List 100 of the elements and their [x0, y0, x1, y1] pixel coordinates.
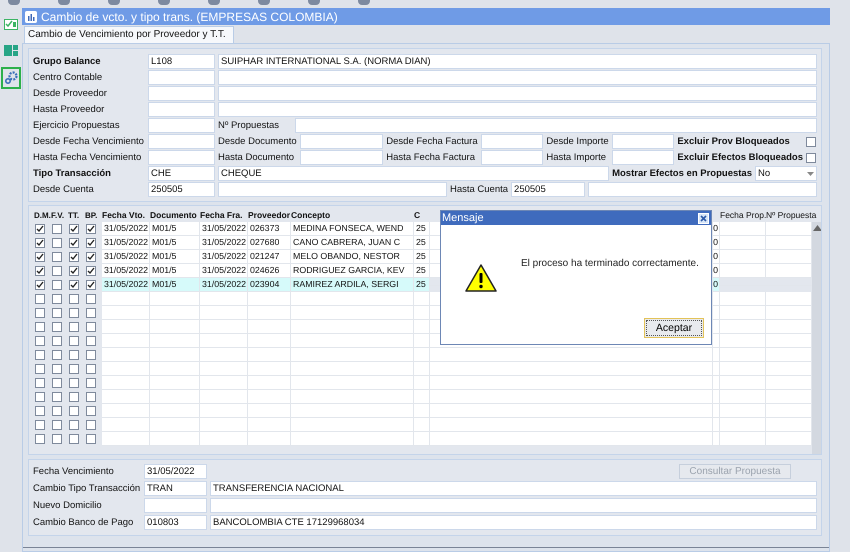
table-cell[interactable]: [414, 306, 430, 320]
checkbox[interactable]: [52, 294, 62, 304]
table-cell[interactable]: [248, 390, 291, 404]
table-cell[interactable]: [414, 362, 430, 376]
table-cell[interactable]: [248, 376, 291, 390]
table-cell[interactable]: [102, 348, 150, 362]
checkbox[interactable]: [86, 322, 96, 332]
table-cell[interactable]: [200, 362, 248, 376]
input-field[interactable]: [480, 134, 544, 149]
column-header[interactable]: TT.: [68, 210, 85, 220]
checkbox[interactable]: [69, 378, 79, 388]
table-cell[interactable]: [200, 418, 248, 432]
table-cell[interactable]: [720, 320, 766, 334]
toolbar-icon[interactable]: [308, 0, 320, 5]
table-cell[interactable]: [766, 432, 812, 446]
table-cell[interactable]: 25: [414, 236, 430, 250]
table-cell[interactable]: 31/05/2022: [200, 278, 248, 292]
table-cell[interactable]: [102, 376, 150, 390]
input-field[interactable]: [480, 150, 544, 165]
checkbox[interactable]: [86, 364, 96, 374]
input-field[interactable]: [144, 498, 207, 513]
table-cell[interactable]: [713, 362, 720, 376]
table-cell[interactable]: [150, 390, 200, 404]
table-cell[interactable]: [248, 418, 291, 432]
table-cell[interactable]: [720, 348, 766, 362]
checkbox[interactable]: [69, 350, 79, 360]
input-field[interactable]: [218, 182, 447, 197]
input-field[interactable]: [148, 118, 215, 133]
table-cell[interactable]: [200, 334, 248, 348]
checkbox[interactable]: [86, 434, 96, 444]
input-field[interactable]: [148, 102, 215, 117]
checkbox[interactable]: [86, 252, 96, 262]
checkbox[interactable]: [35, 392, 45, 402]
checkbox[interactable]: [69, 266, 79, 276]
table-cell[interactable]: [150, 404, 200, 418]
table-cell[interactable]: [766, 306, 812, 320]
checkbox[interactable]: [52, 322, 62, 332]
table-cell[interactable]: [713, 348, 720, 362]
scroll-up-arrow-icon[interactable]: [813, 225, 821, 231]
table-cell[interactable]: [766, 348, 812, 362]
toolbar-icon[interactable]: [8, 0, 20, 5]
table-cell[interactable]: 021247: [248, 250, 291, 264]
table-cell[interactable]: [430, 418, 713, 432]
table-cell[interactable]: 31/05/2022: [102, 278, 150, 292]
table-cell[interactable]: [720, 362, 766, 376]
checkbox[interactable]: [86, 294, 96, 304]
table-cell[interactable]: 31/05/2022: [200, 250, 248, 264]
scrollbar[interactable]: [812, 222, 821, 454]
input-field[interactable]: L108: [148, 54, 215, 69]
checkbox[interactable]: [86, 378, 96, 388]
table-cell[interactable]: [766, 292, 812, 306]
table-cell[interactable]: [414, 404, 430, 418]
column-header[interactable]: Fecha Vto.: [102, 210, 150, 220]
table-cell[interactable]: [248, 404, 291, 418]
checkbox[interactable]: [69, 434, 79, 444]
table-cell[interactable]: [414, 376, 430, 390]
checkbox[interactable]: [69, 294, 79, 304]
table-cell[interactable]: 0: [713, 264, 720, 278]
table-cell[interactable]: [766, 236, 812, 250]
column-header[interactable]: Proveedor: [248, 210, 291, 220]
column-header[interactable]: Fecha Fra.: [200, 210, 248, 220]
table-cell[interactable]: [414, 390, 430, 404]
table-cell[interactable]: [720, 390, 766, 404]
checkbox[interactable]: [35, 280, 45, 290]
input-field[interactable]: [300, 150, 384, 165]
table-cell[interactable]: [766, 334, 812, 348]
checkbox[interactable]: [69, 336, 79, 346]
table-cell[interactable]: [430, 432, 713, 446]
checkbox[interactable]: [69, 280, 79, 290]
input-field[interactable]: 31/05/2022: [144, 464, 207, 479]
table-cell[interactable]: [414, 348, 430, 362]
table-cell[interactable]: 027680: [248, 236, 291, 250]
input-field[interactable]: [612, 150, 674, 165]
table-cell[interactable]: [720, 236, 766, 250]
table-cell[interactable]: [248, 306, 291, 320]
table-cell[interactable]: [430, 348, 713, 362]
column-header[interactable]: Concepto: [291, 210, 414, 220]
table-cell[interactable]: [150, 334, 200, 348]
checkbox[interactable]: [52, 406, 62, 416]
input-field[interactable]: [148, 70, 215, 85]
table-cell[interactable]: 31/05/2022: [200, 236, 248, 250]
table-cell[interactable]: [248, 334, 291, 348]
checkbox[interactable]: [52, 308, 62, 318]
table-cell[interactable]: 0: [713, 236, 720, 250]
table-cell[interactable]: [713, 418, 720, 432]
column-header[interactable]: F.V.: [51, 210, 68, 220]
checkbox[interactable]: [35, 364, 45, 374]
table-cell[interactable]: [766, 264, 812, 278]
tab[interactable]: Cambio de Vencimiento por Proveedor y T.T.: [24, 26, 234, 43]
checkbox[interactable]: [35, 350, 45, 360]
table-cell[interactable]: MELO OBANDO, NESTOR: [291, 250, 414, 264]
table-cell[interactable]: [150, 306, 200, 320]
table-cell[interactable]: CANO CABRERA, JUAN C: [291, 236, 414, 250]
table-cell[interactable]: [713, 306, 720, 320]
accept-button[interactable]: Aceptar: [644, 318, 704, 338]
table-cell[interactable]: [291, 418, 414, 432]
table-cell[interactable]: [200, 390, 248, 404]
input-field[interactable]: CHE: [148, 166, 215, 181]
table-cell[interactable]: [102, 390, 150, 404]
checkbox[interactable]: [35, 378, 45, 388]
